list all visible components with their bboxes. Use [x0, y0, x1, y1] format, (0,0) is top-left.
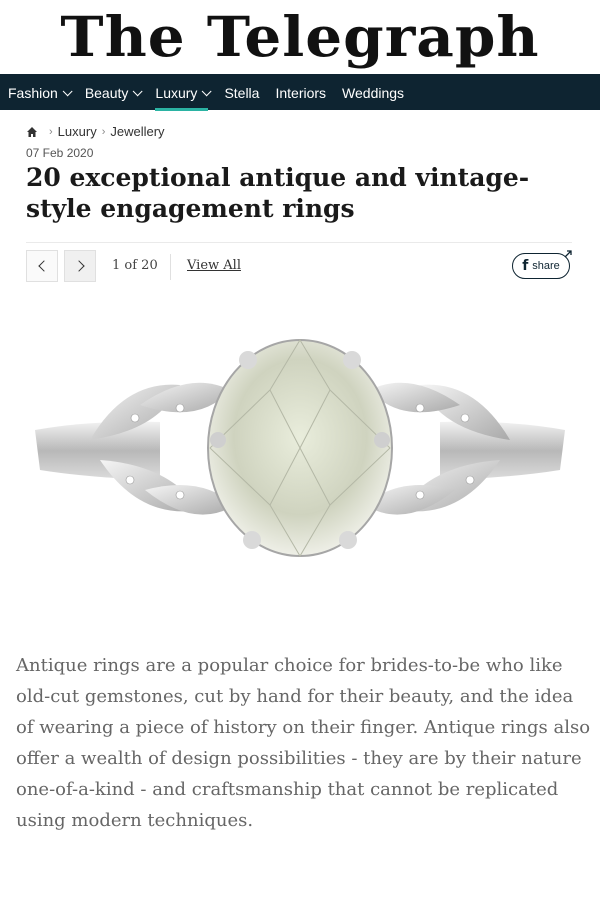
chevron-right-icon: › [101, 125, 106, 138]
view-all-link[interactable]: View All [187, 258, 241, 273]
nav-item-label: Fashion [8, 85, 58, 101]
nav-item-interiors[interactable]: Interiors [275, 75, 326, 111]
share-label: share [532, 260, 560, 272]
breadcrumb-item-jewellery[interactable]: Jewellery [110, 124, 164, 139]
nav-item-label: Stella [224, 85, 260, 101]
chevron-left-icon [37, 260, 50, 272]
facebook-icon: f [522, 258, 529, 274]
previous-button[interactable] [26, 250, 58, 282]
nav-item-label: Luxury [155, 85, 198, 101]
gallery-caption: Antique rings are a popular choice for b… [16, 655, 591, 831]
main-nav: Fashion Beauty Luxury Stella Interiors W… [0, 74, 600, 111]
nav-item-beauty[interactable]: Beauty [84, 75, 143, 111]
ring-image [35, 339, 565, 557]
external-arrow-icon [564, 250, 572, 258]
next-button[interactable] [64, 250, 96, 282]
chevron-down-icon [202, 85, 213, 96]
facebook-share-button[interactable]: f share [512, 250, 572, 279]
nav-item-weddings[interactable]: Weddings [342, 75, 404, 111]
nav-item-luxury[interactable]: Luxury [155, 75, 213, 111]
nav-item-stella[interactable]: Stella [224, 75, 259, 111]
chevron-right-icon: › [49, 125, 53, 138]
nav-item-label: Beauty [84, 85, 129, 101]
breadcrumb: › Luxury › Jewellery [26, 124, 165, 139]
nav-item-label: Weddings [342, 85, 405, 101]
nav-item-label: Interiors [275, 85, 327, 101]
divider [26, 242, 572, 243]
telegraph-logo[interactable]: The Telegraph [60, 5, 539, 70]
nav-item-fashion[interactable]: Fashion [8, 75, 73, 111]
gallery-counter: 1 of 20 [112, 258, 158, 273]
chevron-down-icon [133, 85, 143, 96]
masthead: The Telegraph [0, 0, 600, 74]
divider [170, 254, 171, 280]
article-title: 20 exceptional antique and vintage-style… [26, 163, 530, 223]
home-icon[interactable] [26, 126, 38, 138]
chevron-right-icon [72, 260, 85, 272]
chevron-down-icon [62, 85, 73, 96]
breadcrumb-item-luxury[interactable]: Luxury [58, 124, 97, 139]
article-date: 07 Feb 2020 [26, 146, 94, 160]
